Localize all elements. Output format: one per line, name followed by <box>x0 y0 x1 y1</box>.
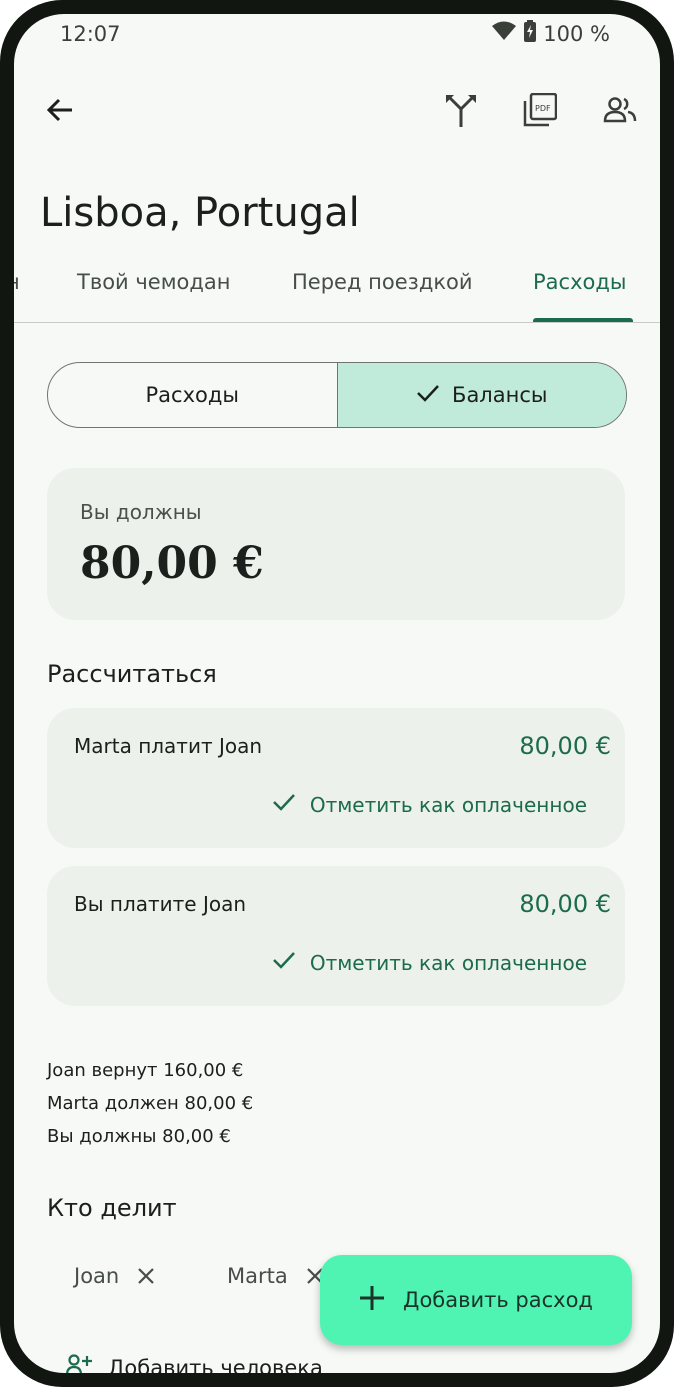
segmented-control: Расходы Балансы <box>47 362 627 428</box>
segment-balances-label: Балансы <box>452 383 548 407</box>
back-button[interactable] <box>34 86 86 138</box>
merge-button[interactable] <box>435 86 487 138</box>
device-frame: 12:07 100 % PDF Lisboa, Portugal Твой че… <box>0 0 674 1387</box>
person-chip: Marta <box>227 1264 324 1288</box>
check-icon <box>272 792 296 817</box>
plus-icon <box>359 1285 385 1316</box>
balance-summary: Joan вернут 160,00 € Marta должен 80,00 … <box>47 1054 253 1153</box>
segment-expenses[interactable]: Расходы <box>48 363 337 427</box>
person-add-icon <box>66 1354 92 1373</box>
mark-paid-button[interactable]: Отметить как оплаченное <box>272 950 587 975</box>
settle-card: Marta платит Joan 80,00 € Отметить как о… <box>47 708 625 848</box>
add-person-button[interactable]: Добавить человека <box>66 1354 323 1373</box>
wifi-icon <box>491 21 517 46</box>
check-icon <box>272 950 296 975</box>
summary-line: Вы должны 80,00 € <box>47 1126 231 1147</box>
fab-label: Добавить расход <box>403 1288 593 1312</box>
arrow-left-icon <box>44 94 76 131</box>
chip-label: Joan <box>74 1264 120 1288</box>
tab-packing[interactable]: н <box>14 270 20 294</box>
pdf-export-button[interactable]: PDF <box>514 86 566 138</box>
tab-expenses[interactable]: Расходы <box>533 270 626 294</box>
svg-text:PDF: PDF <box>535 104 551 113</box>
summary-line: Joan вернут 160,00 € <box>47 1060 244 1081</box>
mark-paid-button[interactable]: Отметить как оплаченное <box>272 792 587 817</box>
people-icon <box>603 96 637 128</box>
chip-label: Marta <box>227 1264 288 1288</box>
status-time: 12:07 <box>60 22 121 46</box>
close-icon[interactable] <box>137 1267 155 1285</box>
settle-amount: 80,00 € <box>519 732 611 760</box>
add-person-label: Добавить человека <box>108 1355 323 1374</box>
pdf-icon: PDF <box>523 92 558 132</box>
merge-icon <box>444 91 478 134</box>
page-title: Lisboa, Portugal <box>40 190 360 236</box>
sharing-heading: Кто делит <box>47 1194 177 1222</box>
app-bar: PDF <box>14 84 660 144</box>
battery-percent: 100 % <box>543 21 610 46</box>
person-chip: Joan <box>74 1264 155 1288</box>
mark-paid-label: Отметить как оплаченное <box>309 792 587 817</box>
settle-amount: 80,00 € <box>519 890 611 918</box>
balance-label: Вы должны <box>80 500 202 524</box>
balance-card: Вы должны 80,00 € <box>47 468 625 620</box>
settle-card: Вы платите Joan 80,00 € Отметить как опл… <box>47 866 625 1006</box>
summary-line: Marta должен 80,00 € <box>47 1093 254 1114</box>
segment-balances[interactable]: Балансы <box>336 363 626 427</box>
balance-amount: 80,00 € <box>80 538 264 589</box>
tab-bar: н Твой чемодан Перед поездкой Расходы <box>14 264 660 323</box>
settle-text: Вы платите Joan <box>74 892 247 916</box>
mark-paid-label: Отметить как оплаченное <box>309 950 587 975</box>
settle-heading: Рассчитаться <box>47 660 217 688</box>
tab-before-trip[interactable]: Перед поездкой <box>292 270 473 294</box>
segment-expenses-label: Расходы <box>145 383 239 407</box>
tab-suitcase[interactable]: Твой чемодан <box>77 270 231 294</box>
participants-button[interactable] <box>594 86 646 138</box>
add-expense-fab[interactable]: Добавить расход <box>320 1255 632 1345</box>
check-icon <box>416 383 440 408</box>
battery-icon <box>523 20 537 47</box>
tab-indicator <box>533 318 633 322</box>
status-bar: 12:07 100 % <box>14 14 660 54</box>
screen: 12:07 100 % PDF Lisboa, Portugal Твой че… <box>14 14 660 1373</box>
settle-text: Marta платит Joan <box>74 734 263 758</box>
